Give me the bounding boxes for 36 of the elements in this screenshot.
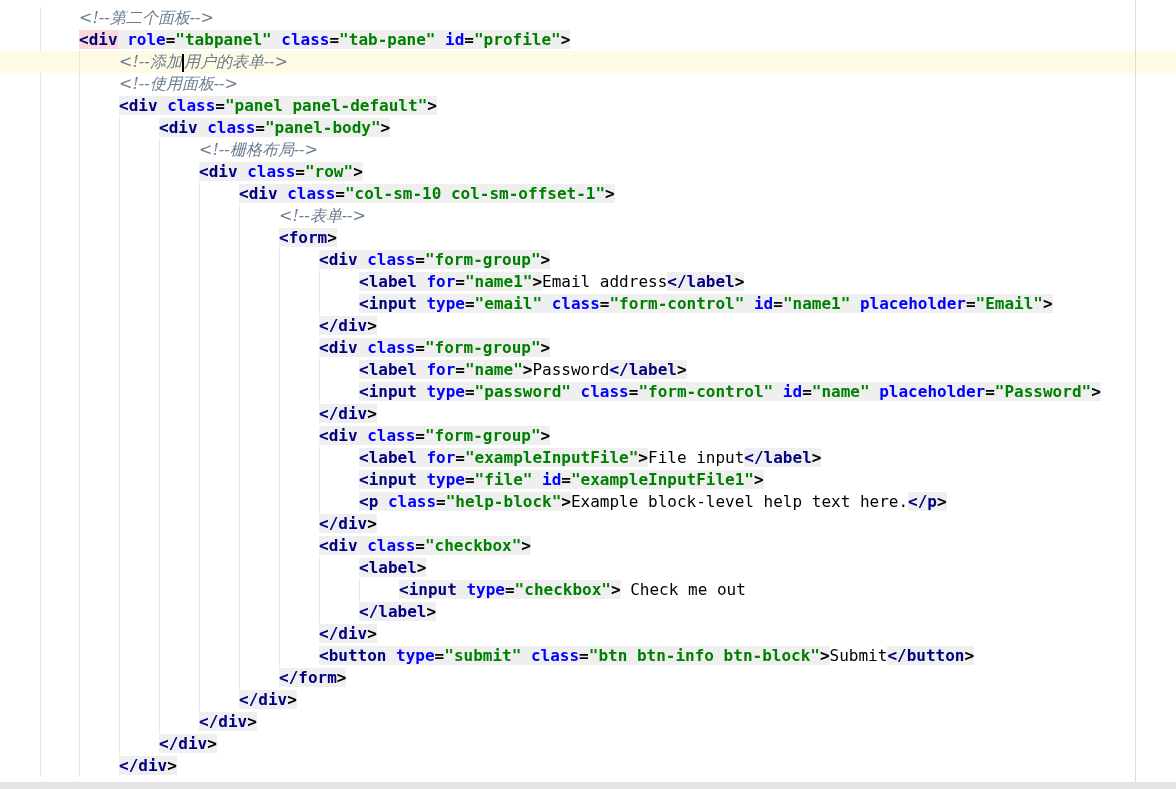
code-line: <!--使用面板-->	[119, 73, 238, 95]
code-line: </div>	[119, 755, 177, 777]
code-line: <input type="file" id="exampleInputFile1">	[359, 469, 764, 491]
code-line: <div class="form-group">	[319, 249, 551, 271]
code-line: <div class="form-group">	[319, 425, 551, 447]
code-line: </div>	[159, 733, 217, 755]
code-line: </form>	[279, 667, 347, 689]
code-line: <label for="name">Password</label>	[359, 359, 687, 381]
code-line: </div>	[319, 513, 377, 535]
code-line: <label>	[359, 557, 427, 579]
code-line: </div>	[319, 623, 377, 645]
code-line: <button type="submit" class="btn btn-info btn-block">Submit</button>	[319, 645, 975, 667]
code-line: <div class="panel panel-default">	[119, 95, 437, 117]
code-line: <form>	[279, 227, 337, 249]
code-line: </label>	[359, 601, 437, 623]
code-line: <!--表单-->	[279, 205, 366, 227]
code-line: <!--栅格布局-->	[199, 139, 318, 161]
code-line: <div class="panel-body">	[159, 117, 391, 139]
code-line: </div>	[199, 711, 257, 733]
text-caret	[181, 53, 184, 72]
code-line: <div class="row">	[199, 161, 363, 183]
code-line: <!--第二个面板-->	[79, 7, 214, 29]
code-line: </div>	[319, 403, 377, 425]
code-line: <label for="name1">Email address</label>	[359, 271, 745, 293]
code-line: <input type="email" class="form-control" id="name1" placeholder="Email">	[359, 293, 1053, 315]
code-line: <label for="exampleInputFile">File input</label>	[359, 447, 822, 469]
code-line: <p class="help-block">Example block-level help text here.</p>	[359, 491, 947, 513]
code-line: <div class="col-sm-10 col-sm-offset-1">	[239, 183, 615, 205]
code-line: <div class="checkbox">	[319, 535, 531, 557]
code-line: <input type="password" class="form-control" id="name" placeholder="Password">	[359, 381, 1101, 403]
code-line: <div role="tabpanel" class="tab-pane" id="profile">	[79, 29, 571, 51]
code-line: <input type="checkbox"> Check me out	[399, 579, 746, 601]
code-line: <div class="form-group">	[319, 337, 551, 359]
horizontal-scrollbar[interactable]	[0, 782, 1176, 789]
code-line: </div>	[319, 315, 377, 337]
code-line: </div>	[239, 689, 297, 711]
